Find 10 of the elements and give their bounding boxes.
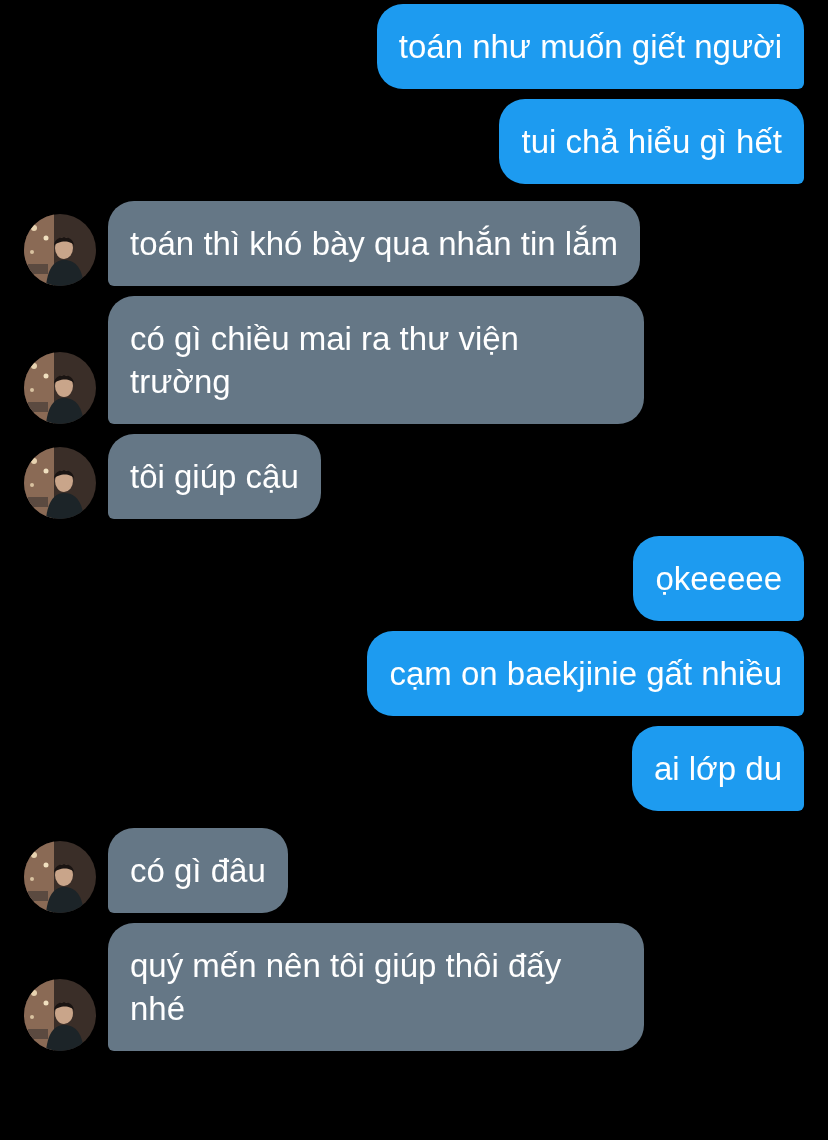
message-bubble: toán thì khó bày qua nhắn tin lắm [108,201,640,286]
message-bubble: tui chả hiểu gì hết [499,99,804,184]
message-bubble: có gì đâu [108,828,288,913]
message-bubble: có gì chiều mai ra thư viện trường [108,296,644,424]
message-bubble: quý mến nên tôi giúp thôi đấy nhé [108,923,644,1051]
message-bubble: ọkeeeee [633,536,804,621]
message-bubble: cạm on baekjinie gất nhiều [367,631,804,716]
message-bubble: tôi giúp cậu [108,434,321,519]
message-bubble: toán như muốn giết người [376,4,804,89]
message-bubble: ai lớp du [631,726,804,811]
